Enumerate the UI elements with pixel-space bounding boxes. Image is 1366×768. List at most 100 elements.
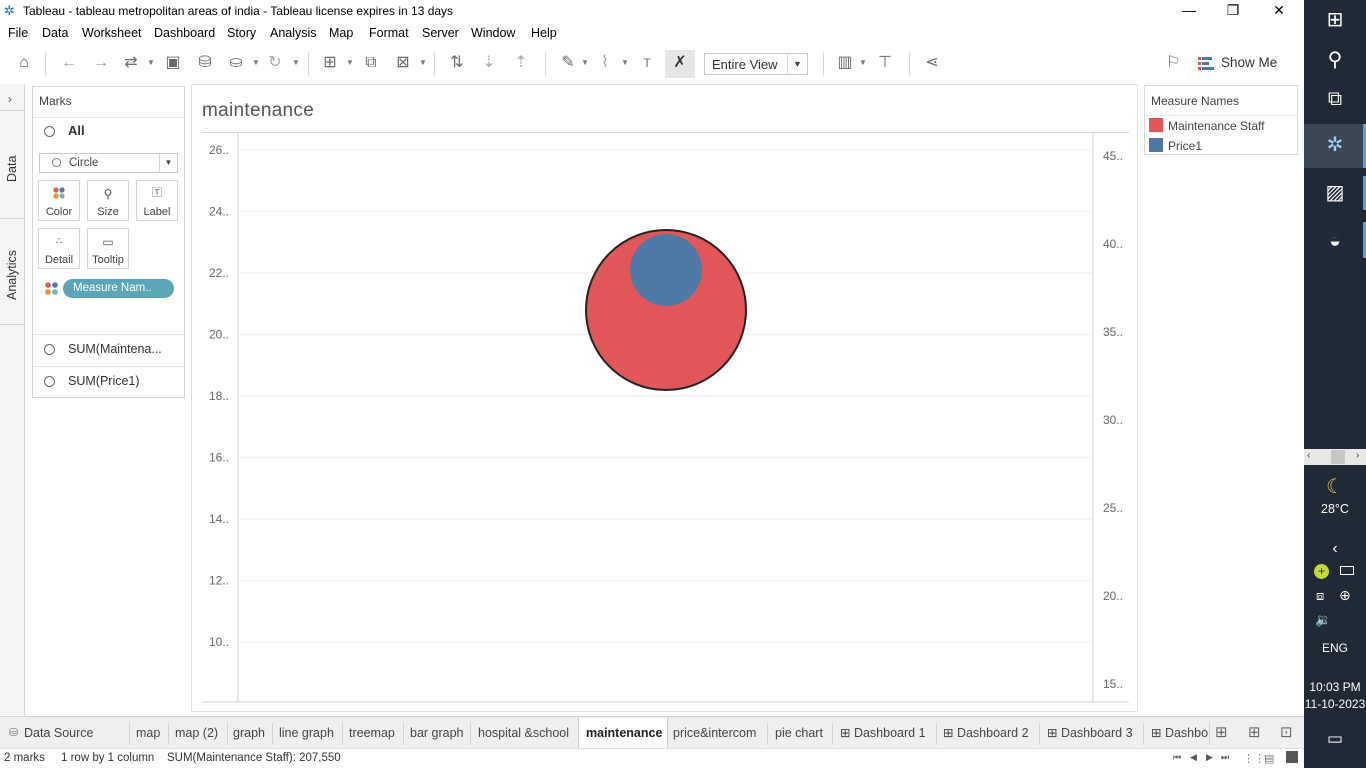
scroll-thumb[interactable] [1331,450,1345,464]
measure-names-pill[interactable]: Measure Nam.. [63,279,174,298]
menu-map[interactable]: Map [329,26,353,40]
tab-sheet[interactable]: hospital &school [478,718,569,748]
group-dropdown-icon[interactable]: ▼ [620,52,630,74]
filmstrip-icon[interactable]: ▤ [1264,752,1274,765]
tab-dashboard[interactable]: ⊞ Dashboard 1 [840,718,926,748]
tab-sheet[interactable]: price&intercom [673,718,756,748]
tab-sheet[interactable]: map (2) [175,718,218,748]
scatter-chart[interactable]: 26.. 24.. 22.. 20.. 18.. 16.. 14.. 12.. 10.. 45..… [192,85,1139,713]
language-indicator[interactable]: ENG [1304,641,1366,655]
windows-start-icon[interactable]: ⊞ [1323,8,1347,32]
highlight-dropdown-icon[interactable]: ▼ [580,52,590,74]
menu-analysis[interactable]: Analysis [270,26,317,40]
pause-dropdown-icon[interactable]: ▼ [251,52,261,74]
size-button[interactable]: ⚲ Size [87,180,129,221]
notifications-icon[interactable]: ▭ [1323,727,1347,751]
scroll-right-icon[interactable]: › [1356,450,1359,461]
save-icon[interactable]: ▣ [162,52,184,74]
next-sheet-icon[interactable]: ▶ [1206,752,1213,763]
menu-dashboard[interactable]: Dashboard [154,26,215,40]
menu-help[interactable]: Help [531,26,557,40]
tab-maintenance-active[interactable]: maintenance [578,718,668,748]
maintenance-radio[interactable] [44,344,55,355]
tab-data-source[interactable]: ⛁ Data Source [0,718,128,748]
meet-now-icon[interactable]: ⧈ [1316,588,1324,604]
chevron-left-icon[interactable]: ‹ [1323,537,1347,561]
clock-date[interactable]: 11-10-2023 [1304,697,1366,711]
clear-sheet-dropdown-icon[interactable]: ▼ [418,52,428,74]
tab-sheet[interactable]: treemap [349,718,395,748]
replay-dropdown-icon[interactable]: ▼ [146,52,156,74]
tab-analytics[interactable]: Analytics [0,224,25,324]
browser-app-icon[interactable]: ◒ [1323,229,1347,253]
network-icon[interactable]: ⊕ [1339,587,1351,604]
tab-sheet[interactable]: line graph [279,718,334,748]
battery-icon[interactable] [1340,566,1354,575]
refresh-dropdown-icon[interactable]: ▼ [291,52,301,74]
undo-icon[interactable]: ← [58,52,80,74]
tab-dashboard[interactable]: ⊞ Dashboard 3 [1047,718,1133,748]
share-icon[interactable]: ⋖ [921,52,943,74]
group-members-icon[interactable]: ⌇ [594,52,616,74]
close-button[interactable]: ✕ [1256,0,1302,22]
show-cards-icon[interactable]: ▥ [834,52,856,74]
maximize-button[interactable]: ❐ [1210,0,1256,22]
new-worksheet-icon[interactable]: ⊞ [319,52,341,74]
pause-updates-icon[interactable]: ⛀ [225,52,247,74]
volume-icon[interactable]: 🔉 [1315,612,1331,628]
refresh-icon[interactable]: ↻ [264,52,286,74]
color-button[interactable]: Color [38,180,80,221]
legend-swatch-maintenance[interactable] [1149,118,1163,132]
tooltip-button[interactable]: ▭ Tooltip [87,228,129,269]
sort-ascending-icon[interactable]: ⇣ [478,52,500,74]
marks-all-label[interactable]: All [68,123,85,138]
prev-sheet-icon[interactable]: ◀ [1190,752,1197,763]
menu-file[interactable]: File [8,26,28,40]
clear-sheet-icon[interactable]: ⊠ [392,52,414,74]
price1-radio[interactable] [44,376,55,387]
last-sheet-icon[interactable]: ⏭ [1221,752,1229,763]
marks-all-radio[interactable] [44,126,55,137]
tableau-app-icon[interactable]: ✲ [1323,133,1347,157]
legend-swatch-price1[interactable] [1149,138,1163,152]
first-sheet-icon[interactable]: ⏮ [1173,752,1181,763]
show-cards-dropdown-icon[interactable]: ▼ [858,52,868,74]
new-worksheet-tab-icon[interactable]: ⊞ [1215,718,1228,748]
menu-server[interactable]: Server [422,26,459,40]
sort-descending-icon[interactable]: ⇡ [510,52,532,74]
menu-worksheet[interactable]: Worksheet [82,26,142,40]
fit-view-select[interactable]: Entire View ▼ [704,53,808,75]
weather-icon[interactable]: ☾ [1323,475,1347,499]
sheet-sorter-icon[interactable]: ⋮⋮ [1243,752,1265,765]
home-icon[interactable]: ⌂ [13,52,35,74]
label-button[interactable]: 🅃 Label [136,180,178,221]
new-data-source-icon[interactable]: ⛁ [194,52,216,74]
menu-data[interactable]: Data [42,26,68,40]
redo-icon[interactable]: → [90,52,112,74]
show-mark-labels-icon[interactable]: T [636,52,658,74]
tabs-view-icon[interactable] [1286,751,1298,763]
swap-rows-columns-icon[interactable]: ⇅ [446,52,468,74]
search-icon[interactable]: ⚲ [1323,48,1347,72]
new-worksheet-dropdown-icon[interactable]: ▼ [345,52,355,74]
duplicate-sheet-icon[interactable]: ⧉ [360,52,382,74]
legend-item-maintenance[interactable]: Maintenance Staff [1168,119,1265,133]
detail-button[interactable]: ∴ Detail [38,228,80,269]
clock-time[interactable]: 10:03 PM [1304,680,1366,694]
chevron-right-icon[interactable]: › [8,92,12,106]
menu-window[interactable]: Window [471,26,515,40]
update-icon[interactable]: + [1314,564,1329,579]
tab-sheet[interactable]: graph [233,718,265,748]
tab-data[interactable]: Data [0,122,25,202]
highlight-icon[interactable]: ✎ [557,52,579,74]
minimize-button[interactable]: — [1166,0,1212,22]
presentation-mode-icon[interactable]: ⊤ [874,52,896,74]
new-dashboard-tab-icon[interactable]: ⊞ [1248,718,1261,748]
new-story-tab-icon[interactable]: ⊡ [1280,718,1293,748]
sum-maintenance-tab[interactable]: SUM(Maintena... [68,342,162,356]
show-hide-icon[interactable]: ⚐ [1162,52,1184,74]
mark-type-select[interactable]: Circle ▼ [39,153,178,173]
tab-dashboard[interactable]: ⊞ Dashboard 2 [943,718,1029,748]
photos-app-icon[interactable]: ▨ [1323,181,1347,205]
taskbar-scrollbar[interactable]: ‹ › [1304,449,1366,465]
